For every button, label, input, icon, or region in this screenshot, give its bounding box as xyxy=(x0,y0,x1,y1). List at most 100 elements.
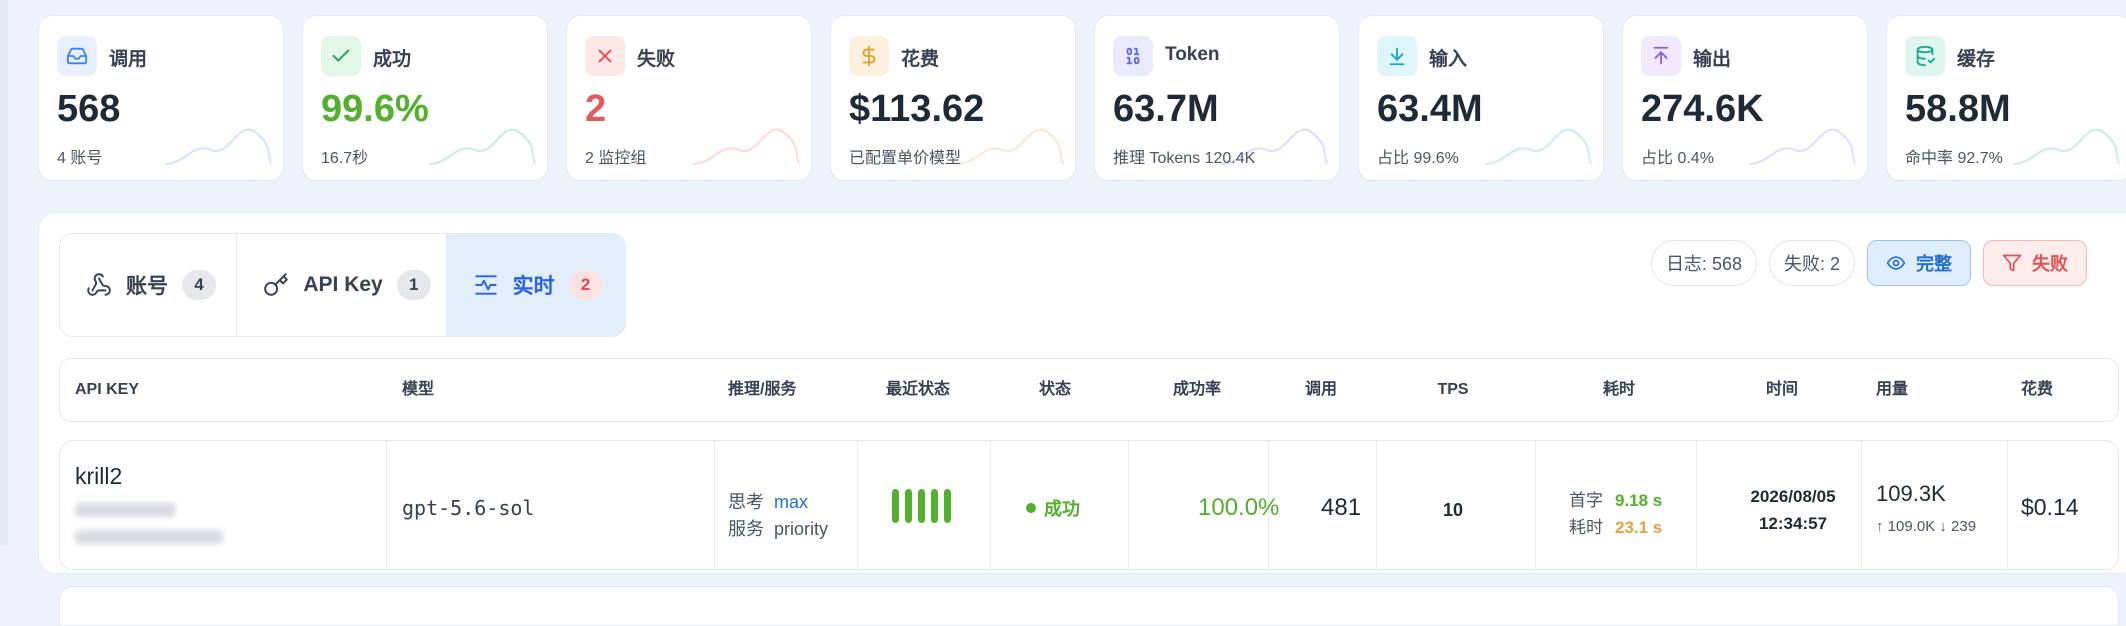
stat-label: 输出 xyxy=(1693,49,1732,70)
stat-sub: 命中率 92.7% xyxy=(1905,150,2003,167)
stat-label: 成功 xyxy=(373,49,412,70)
stat-label: 缓存 xyxy=(1957,49,1996,70)
tab-label: 实时 xyxy=(512,275,555,298)
elapsed-label: 耗时 xyxy=(1569,518,1603,537)
status-bar xyxy=(892,489,899,523)
tab-label: API Key xyxy=(303,273,383,296)
column-divider xyxy=(2007,441,2008,569)
sparkline xyxy=(692,128,800,165)
tab-realtime[interactable]: 实时 2 xyxy=(446,234,625,336)
status-bar xyxy=(931,489,938,523)
download-icon xyxy=(1377,36,1417,76)
tab-count-badge: 1 xyxy=(396,270,431,300)
col-header-success-rate[interactable]: 成功率 xyxy=(1173,359,1221,421)
check-icon xyxy=(321,36,361,76)
stat-value: 274.6K xyxy=(1641,88,1764,130)
column-divider xyxy=(1535,441,1536,569)
stats-cards: 调用 568 4 账号 成功 99.6% 16.7秒 失败 2 2 监控组 花费… xyxy=(38,15,2126,181)
call-count: 481 xyxy=(1321,494,1362,521)
table-row[interactable] xyxy=(59,586,2119,626)
webhook-icon xyxy=(86,272,112,298)
column-divider xyxy=(1696,441,1697,569)
col-header-status[interactable]: 状态 xyxy=(1039,359,1071,421)
key-icon xyxy=(263,272,289,298)
stat-card-input: 输入 63.4M 占比 99.6% xyxy=(1358,15,1604,181)
column-divider xyxy=(1376,441,1377,569)
column-divider xyxy=(1861,441,1862,569)
stat-sub: 4 账号 xyxy=(57,150,103,167)
col-header-latency[interactable]: 耗时 xyxy=(1603,359,1635,421)
reasoning-value: max xyxy=(774,492,809,512)
column-divider xyxy=(990,441,991,569)
service-label: 服务 xyxy=(728,519,764,539)
tab-count-badge: 2 xyxy=(568,270,603,300)
sparkline xyxy=(428,128,536,165)
redacted-key-id xyxy=(75,530,223,544)
x-icon xyxy=(585,36,625,76)
tab-label: 账号 xyxy=(126,275,168,298)
column-divider xyxy=(857,441,858,569)
stat-label: Token xyxy=(1165,44,1220,65)
full-view-button[interactable]: 完整 xyxy=(1867,240,1971,286)
status-bar xyxy=(905,489,912,523)
left-edge-bar xyxy=(0,0,8,545)
failed-count-chip: 失败: 2 xyxy=(1768,240,1855,286)
view-tabs: 账号 4 API Key 1 实时 2 xyxy=(59,233,626,337)
logs-count-chip: 日志: 568 xyxy=(1650,240,1757,286)
status-badge: 成功 xyxy=(1026,495,1080,521)
col-header-tps[interactable]: TPS xyxy=(1437,359,1468,421)
eye-icon xyxy=(1886,256,1906,270)
column-divider xyxy=(386,441,387,569)
failed-filter-label: 失败 xyxy=(2032,254,2068,274)
stat-value: 99.6% xyxy=(321,88,429,130)
total-latency: 耗时 23.1 s xyxy=(1569,513,1662,538)
col-header-cost[interactable]: 花费 xyxy=(2021,359,2053,421)
status-bar xyxy=(918,489,925,523)
table-header: API KEY 模型 推理/服务 最近状态 状态 成功率 调用 TPS 耗时 时… xyxy=(59,358,2119,422)
stat-sub: 已配置单价模型 xyxy=(849,150,962,167)
log-filters: 日志: 568 失败: 2 完整 失败 xyxy=(1650,240,2087,286)
reasoning-label: 思考 xyxy=(728,492,764,512)
col-header-reasoning-service[interactable]: 推理/服务 xyxy=(728,359,796,421)
service-value: priority xyxy=(774,519,829,539)
column-divider xyxy=(714,441,715,569)
col-header-calls[interactable]: 调用 xyxy=(1305,359,1337,421)
elapsed-value: 23.1 s xyxy=(1615,518,1663,537)
logs-panel: 账号 4 API Key 1 实时 2 日志: 568 失败: 2 完整 失败 xyxy=(38,212,2126,626)
stat-value: 58.8M xyxy=(1905,88,2011,130)
col-header-model[interactable]: 模型 xyxy=(402,359,434,421)
stat-card-cache: 缓存 58.8M 命中率 92.7% xyxy=(1886,15,2126,181)
tab-accounts[interactable]: 账号 4 xyxy=(60,234,238,336)
sparkline xyxy=(1484,128,1592,165)
first-token-latency: 首字 9.18 s xyxy=(1569,486,1662,511)
service-tier: 服务 priority xyxy=(728,515,828,541)
activity-icon xyxy=(473,272,499,298)
redacted-key-source xyxy=(75,503,175,517)
table-row[interactable]: krill2 gpt-5.6-sol 思考 max 服务 priority 成功 1… xyxy=(59,440,2119,570)
col-header-recent-status[interactable]: 最近状态 xyxy=(886,359,950,421)
stat-card-cost: 花费 $113.62 已配置单价模型 xyxy=(830,15,1076,181)
col-header-usage[interactable]: 用量 xyxy=(1876,359,1908,421)
col-header-time[interactable]: 时间 xyxy=(1766,359,1798,421)
success-rate: 100.0% xyxy=(1198,494,1280,521)
stat-label: 输入 xyxy=(1429,49,1468,70)
stat-value: 63.4M xyxy=(1377,88,1483,130)
dollar-icon xyxy=(849,36,889,76)
tab-api-key[interactable]: API Key 1 xyxy=(237,234,447,336)
stat-card-output: 输出 274.6K 占比 0.4% xyxy=(1622,15,1868,181)
first-token-label: 首字 xyxy=(1569,491,1603,510)
stat-value: 568 xyxy=(57,88,121,130)
stat-label: 失败 xyxy=(637,49,676,70)
failed-filter-button[interactable]: 失败 xyxy=(1983,240,2087,286)
full-view-label: 完整 xyxy=(1916,254,1952,274)
database-icon xyxy=(1905,36,1945,76)
model-name: gpt-5.6-sol xyxy=(402,496,535,520)
column-divider xyxy=(1128,441,1129,569)
usage-breakdown: ↑ 109.0K ↓ 239 xyxy=(1876,518,1977,535)
status-text: 成功 xyxy=(1044,499,1080,519)
status-bar xyxy=(944,489,951,523)
sparkline xyxy=(2012,128,2120,165)
filter-icon xyxy=(2002,254,2022,272)
stat-card-calls: 调用 568 4 账号 xyxy=(38,15,284,181)
col-header-api-key[interactable]: API KEY xyxy=(75,359,139,421)
